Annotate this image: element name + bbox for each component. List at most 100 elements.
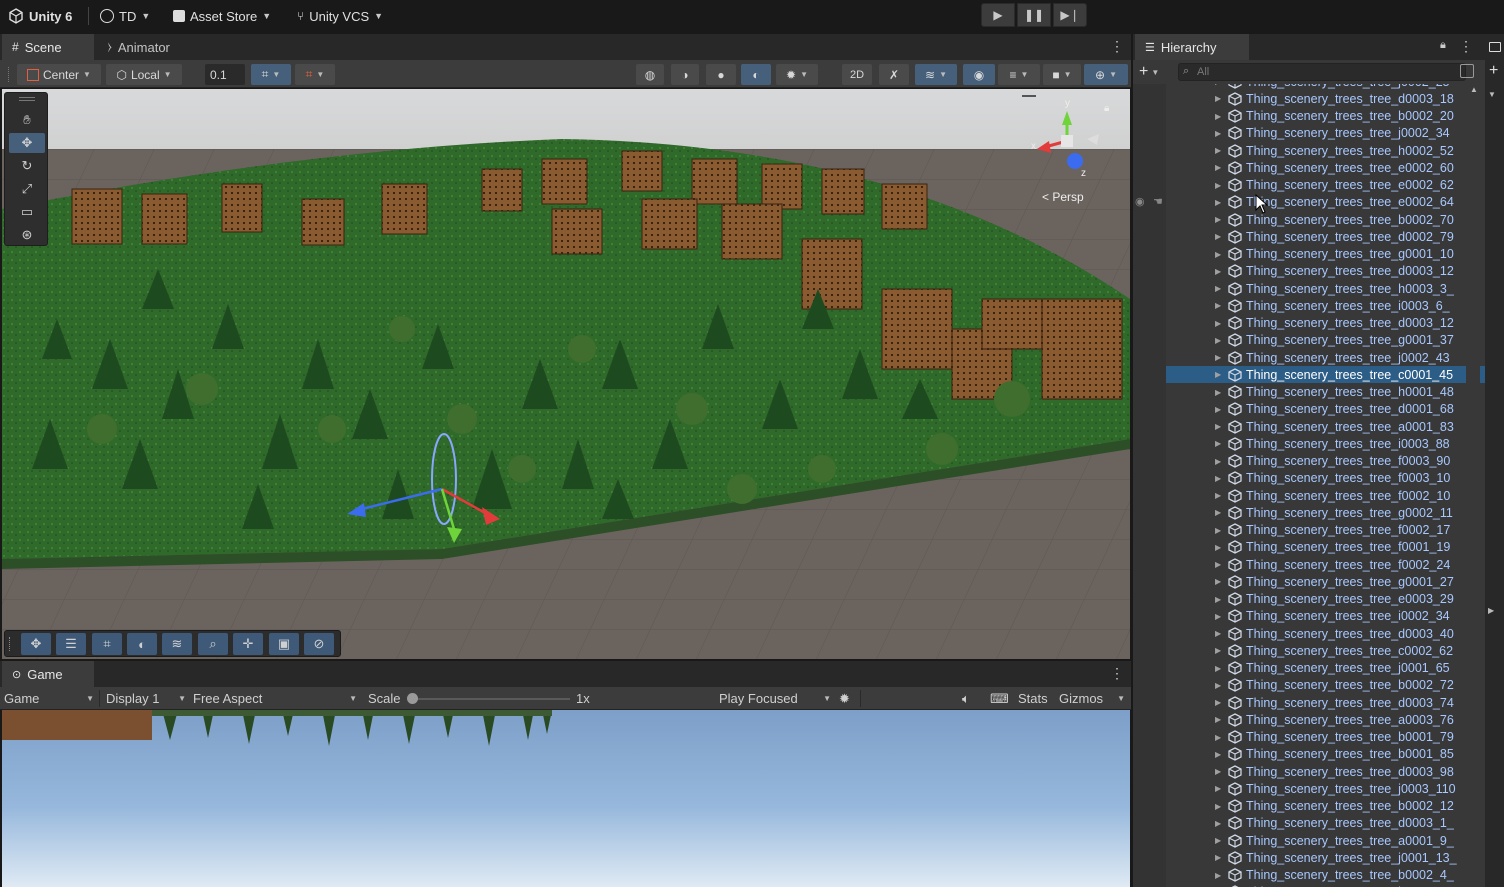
- snap-increment-field[interactable]: 0.1: [205, 64, 245, 85]
- hierarchy-item[interactable]: ▶ Thing_scenery_trees_tree_a0001_83: [1133, 418, 1485, 435]
- expand-arrow-icon[interactable]: ▶: [1215, 422, 1221, 431]
- draw-mode-button[interactable]: ◍: [636, 64, 664, 85]
- expand-arrow-icon[interactable]: ▶: [1215, 698, 1221, 707]
- shading-wireframe-button[interactable]: ◑: [671, 64, 699, 85]
- expand-arrow-icon[interactable]: ▶: [1215, 802, 1221, 811]
- expand-arrow-icon[interactable]: ▶: [1215, 457, 1221, 466]
- rect-tool-button[interactable]: ▭: [9, 202, 45, 222]
- hierarchy-search-input[interactable]: ⌕ All: [1178, 63, 1466, 81]
- expand-arrow-icon[interactable]: ▶: [1215, 146, 1221, 155]
- expand-arrow-icon[interactable]: ▶: [1215, 181, 1221, 190]
- hierarchy-item[interactable]: ▶ Thing_scenery_trees_tree_e0002_64: [1133, 194, 1485, 211]
- hierarchy-item[interactable]: ▶ Thing_scenery_trees_tree_j0002_25: [1133, 84, 1485, 90]
- expand-arrow-icon[interactable]: ▶: [1215, 250, 1221, 259]
- expand-arrow-icon[interactable]: ▶: [1215, 715, 1221, 724]
- hierarchy-item[interactable]: ▶ Thing_scenery_trees_tree_d0001_68: [1133, 401, 1485, 418]
- hierarchy-item[interactable]: ▶ Thing_scenery_trees_tree_j0001_13_: [1133, 849, 1485, 866]
- scroll-up-icon[interactable]: ▲: [1470, 85, 1478, 94]
- hierarchy-item[interactable]: ▶ Thing_scenery_trees_tree_i0003_6_: [1133, 297, 1485, 314]
- space-dropdown[interactable]: ⬡ Local ▼: [106, 64, 182, 85]
- play-mode-dropdown[interactable]: Play Focused ▼: [719, 690, 831, 707]
- orientation-gizmo[interactable]: [1027, 99, 1107, 179]
- hierarchy-item[interactable]: ▶ Thing_scenery_trees_tree_f0002_24: [1133, 556, 1485, 573]
- hierarchy-item[interactable]: ▶ Thing_scenery_trees_tree_d0003_18: [1133, 90, 1485, 107]
- expand-arrow-icon[interactable]: ▶: [1215, 629, 1221, 638]
- overlay-layers-button[interactable]: ≋: [162, 633, 192, 655]
- expand-arrow-icon[interactable]: ▶: [1215, 267, 1221, 276]
- expand-arrow-icon[interactable]: ▶: [1215, 388, 1221, 397]
- overlay-move-button[interactable]: ✥: [21, 633, 51, 655]
- expand-arrow-icon[interactable]: ▶: [1215, 543, 1221, 552]
- grid-snap-toggle[interactable]: ⌗ ▼: [251, 64, 291, 85]
- lighting-toggle[interactable]: ✗: [879, 64, 909, 85]
- kebab-menu-icon[interactable]: ⋮: [1110, 665, 1124, 682]
- expand-arrow-icon[interactable]: ▶: [1215, 750, 1221, 759]
- hierarchy-item[interactable]: ▶ Thing_scenery_trees_tree_b0002_70: [1133, 211, 1485, 228]
- view-type-dropdown[interactable]: Game ▼: [4, 690, 96, 707]
- tab-game[interactable]: ⊙ Game: [2, 661, 94, 687]
- hierarchy-item[interactable]: ▶ Thing_scenery_trees_tree_e0003_29: [1133, 591, 1485, 608]
- expand-arrow-icon[interactable]: ▶: [1215, 94, 1221, 103]
- hierarchy-item[interactable]: ▶ Thing_scenery_trees_tree_f0003_10: [1133, 470, 1485, 487]
- hierarchy-item[interactable]: ▶ Thing_scenery_trees_tree_b0001_85: [1133, 746, 1485, 763]
- hierarchy-item[interactable]: ▶ Thing_scenery_trees_tree_f0003_90: [1133, 453, 1485, 470]
- hierarchy-item[interactable]: ▶ Thing_scenery_trees_tree_d0003_12: [1133, 315, 1485, 332]
- tab-hierarchy[interactable]: ☰ Hierarchy: [1135, 34, 1249, 60]
- rotate-tool-button[interactable]: ↻: [9, 156, 45, 176]
- expand-arrow-icon[interactable]: ▶: [1215, 129, 1221, 138]
- expand-arrow-icon[interactable]: ▶: [1215, 595, 1221, 604]
- layers-dropdown[interactable]: ≡ ▼: [998, 64, 1040, 85]
- overlay-search-button[interactable]: ⌕: [198, 633, 228, 655]
- transform-tool-button[interactable]: ⊛: [9, 225, 45, 245]
- hierarchy-item[interactable]: ▶ Thing_scenery_trees_tree_h0003_3_: [1133, 280, 1485, 297]
- expand-arrow-icon[interactable]: ▶: [1215, 163, 1221, 172]
- aspect-dropdown[interactable]: Free Aspect ▼: [193, 690, 357, 707]
- hierarchy-item[interactable]: ▶ Thing_scenery_trees_tree_f0002_17: [1133, 522, 1485, 539]
- hierarchy-item[interactable]: ▶ Thing_scenery_trees_tree_e0002_62: [1133, 177, 1485, 194]
- expand-arrow-icon[interactable]: ▶: [1215, 733, 1221, 742]
- expand-arrow-icon[interactable]: ▶: [1215, 784, 1221, 793]
- expand-arrow-icon[interactable]: ▶: [1215, 370, 1221, 379]
- expand-arrow-icon[interactable]: ▶: [1215, 439, 1221, 448]
- expand-arrow-icon[interactable]: ▶: [1215, 319, 1221, 328]
- hierarchy-item[interactable]: ▶ Thing_scenery_trees_tree_d0003_74: [1133, 694, 1485, 711]
- plus-icon[interactable]: +: [1489, 62, 1498, 80]
- chevron-right-icon[interactable]: ▶: [1488, 606, 1494, 615]
- grid-visibility-toggle[interactable]: ⌗ ▼: [295, 64, 335, 85]
- pick-hand-icon[interactable]: ☚: [1153, 195, 1163, 208]
- scale-slider-track[interactable]: [410, 698, 570, 700]
- hierarchy-item[interactable]: ▶ Thing_scenery_trees_tree_g0001_10: [1133, 246, 1485, 263]
- overlay-drag-handle[interactable]: [9, 637, 12, 651]
- expand-arrow-icon[interactable]: ▶: [1215, 232, 1221, 241]
- account-dropdown[interactable]: TD ▼: [100, 7, 150, 25]
- expand-arrow-icon[interactable]: ▶: [1215, 508, 1221, 517]
- overlay-compass-button[interactable]: ⊘: [304, 633, 334, 655]
- hierarchy-item[interactable]: ▶ Thing_scenery_trees_tree_i0002_34: [1133, 608, 1485, 625]
- scale-tool-button[interactable]: ⤢: [9, 179, 45, 199]
- expand-arrow-icon[interactable]: ▶: [1215, 767, 1221, 776]
- expand-arrow-icon[interactable]: ▶: [1215, 353, 1221, 362]
- expand-arrow-icon[interactable]: ▶: [1215, 526, 1221, 535]
- audio-effects-dropdown[interactable]: ≋ ▼: [915, 64, 957, 85]
- kebab-menu-icon[interactable]: ⋮: [1110, 38, 1124, 55]
- vcs-dropdown[interactable]: ⑂ Unity VCS ▼: [297, 7, 383, 25]
- gizmos-dropdown[interactable]: ⊕ ▼: [1084, 64, 1128, 85]
- overlay-sphere-button[interactable]: ◐: [127, 633, 157, 655]
- chevron-down-icon[interactable]: ▼: [1488, 90, 1496, 99]
- expand-arrow-icon[interactable]: ▶: [1215, 336, 1221, 345]
- hierarchy-item[interactable]: ▶ Thing_scenery_trees_tree_b0001_79: [1133, 729, 1485, 746]
- eye-icon[interactable]: ◉: [1135, 195, 1145, 208]
- hierarchy-item[interactable]: ▶ Thing_scenery_trees_tree_a0003_76: [1133, 711, 1485, 728]
- hierarchy-item[interactable]: ▶ Thing_scenery_trees_tree_d0002_79: [1133, 228, 1485, 245]
- expand-arrow-icon[interactable]: ▶: [1215, 112, 1221, 121]
- hierarchy-item[interactable]: ▶ Thing_scenery_trees_tree_h0001_48: [1133, 384, 1485, 401]
- search-options-icon[interactable]: [1460, 64, 1474, 78]
- unity-menu[interactable]: Unity 6: [8, 7, 72, 25]
- scene-visibility-toggle[interactable]: ◉: [963, 64, 995, 85]
- hierarchy-item[interactable]: ▶ Thing_scenery_trees_tree_g0002_11: [1133, 504, 1485, 521]
- hierarchy-item[interactable]: ▶ Thing_scenery_trees_tree_i0003_88: [1133, 435, 1485, 452]
- kebab-menu-icon[interactable]: ⋮: [1459, 38, 1473, 55]
- pause-button[interactable]: ❚❚: [1017, 3, 1051, 27]
- gizmo-menu-handle[interactable]: [1022, 95, 1036, 97]
- overlay-paint-button[interactable]: ▣: [269, 633, 299, 655]
